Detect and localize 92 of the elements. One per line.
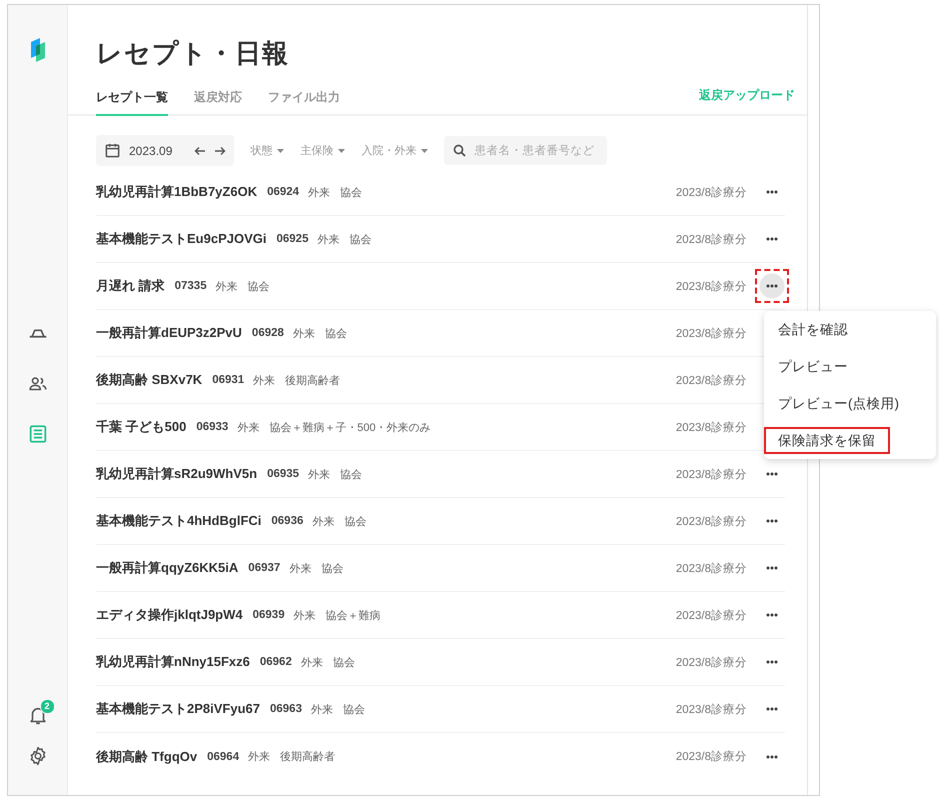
visit-type: 外来 bbox=[289, 562, 312, 576]
more-icon bbox=[766, 519, 778, 523]
patient-name[interactable]: 月遅れ 請求 bbox=[96, 277, 165, 295]
insurance-label: 後期高齢者 bbox=[280, 750, 336, 764]
more-icon bbox=[766, 566, 778, 570]
insurance-label: 協会＋難病＋子・500・外来のみ bbox=[269, 420, 431, 434]
more-button[interactable] bbox=[755, 269, 789, 303]
visit-type: 外来 bbox=[237, 420, 260, 434]
more-icon bbox=[766, 707, 778, 711]
patient-name[interactable]: 後期高齢 TfgqOv bbox=[96, 748, 198, 766]
visit-type: 外来 bbox=[294, 608, 316, 622]
more-icon bbox=[766, 284, 778, 288]
patient-number: 06925 bbox=[276, 233, 308, 245]
billing-period: 2023/8診療分 bbox=[676, 514, 747, 528]
insurance-label: 協会 bbox=[344, 514, 366, 528]
patient-name[interactable]: 一般再計算qqyZ6KK5iA bbox=[96, 559, 238, 577]
patient-name[interactable]: 一般再計算dEUP3z2PvU bbox=[96, 324, 242, 342]
patient-number: 06935 bbox=[267, 468, 300, 480]
insurance-label: 協会 bbox=[342, 702, 365, 716]
patient-number: 06937 bbox=[248, 562, 280, 574]
patient-number: 06924 bbox=[267, 186, 300, 198]
insurance-label: 協会 bbox=[340, 468, 362, 482]
billing-period: 2023/8診療分 bbox=[676, 373, 747, 388]
month-picker[interactable]: 2023.09 bbox=[96, 135, 234, 166]
billing-period: 2023/8診療分 bbox=[676, 467, 747, 482]
billing-period: 2023/8診療分 bbox=[676, 420, 747, 434]
caret-icon bbox=[277, 148, 284, 152]
patient-number: 06964 bbox=[207, 750, 240, 762]
menu-item[interactable]: プレビュー bbox=[764, 348, 862, 385]
next-arrow-icon[interactable] bbox=[214, 144, 226, 156]
billing-period: 2023/8診療分 bbox=[676, 185, 747, 200]
patient-name[interactable]: エディタ操作jklqtJ9pW4 bbox=[96, 606, 243, 624]
billing-period: 2023/8診療分 bbox=[676, 749, 747, 764]
visit-type: 外来 bbox=[308, 186, 330, 200]
billing-period: 2023/8診療分 bbox=[676, 702, 747, 716]
visit-type: 外来 bbox=[317, 232, 340, 246]
patient-number: 06939 bbox=[252, 609, 285, 621]
visit-type: 外来 bbox=[216, 280, 238, 294]
search-field[interactable]: 患者名・患者番号など bbox=[444, 136, 608, 165]
insurance-label: 協会 bbox=[321, 562, 344, 576]
calendar-icon bbox=[104, 142, 121, 159]
more-icon bbox=[766, 472, 778, 476]
patient-name[interactable]: 基本機能テストEu9cPJOVGi bbox=[96, 230, 266, 248]
menu-item[interactable]: 会計を確認 bbox=[764, 311, 862, 348]
patient-number: 06936 bbox=[271, 515, 304, 527]
billing-period: 2023/8診療分 bbox=[676, 279, 747, 294]
insurance-label: 後期高齢者 bbox=[285, 374, 340, 388]
more-icon bbox=[766, 237, 778, 241]
patient-name[interactable]: 基本機能テスト2P8iVFyu67 bbox=[96, 700, 260, 718]
billing-period: 2023/8診療分 bbox=[676, 326, 747, 340]
notification-count-badge: 2 bbox=[40, 699, 54, 714]
visit-type: 外来 bbox=[312, 514, 334, 528]
patient-number: 07335 bbox=[174, 280, 207, 292]
patient-name[interactable]: 後期高齢 SBXv7K bbox=[96, 371, 202, 389]
patient-number: 06928 bbox=[252, 327, 284, 339]
menu-item[interactable]: 保険請求を保留 bbox=[764, 427, 890, 454]
billing-period: 2023/8診療分 bbox=[676, 608, 747, 622]
more-icon bbox=[766, 660, 778, 664]
caret-icon bbox=[421, 148, 428, 152]
patient-name[interactable]: 乳幼児再計算sR2u9WhV5n bbox=[96, 465, 258, 483]
insurance-label: 協会 bbox=[248, 280, 270, 294]
billing-period: 2023/8診療分 bbox=[676, 655, 747, 670]
caret-icon bbox=[338, 148, 346, 152]
previous-arrow-icon[interactable] bbox=[194, 144, 206, 156]
billing-period: 2023/8診療分 bbox=[676, 232, 747, 246]
search-icon bbox=[453, 144, 466, 157]
patient-name[interactable]: 基本機能テスト4hHdBglFCi bbox=[96, 512, 262, 530]
patient-name[interactable]: 千葉 子ども500 bbox=[96, 418, 186, 436]
insurance-label: 協会＋難病 bbox=[326, 608, 381, 622]
visit-type: 外来 bbox=[310, 702, 333, 716]
billing-period: 2023/8診療分 bbox=[676, 561, 747, 576]
insurance-label: 協会 bbox=[332, 656, 355, 670]
menu-item[interactable]: プレビュー(点検用) bbox=[764, 385, 913, 422]
insurance-label: 協会 bbox=[324, 326, 347, 340]
visit-type: 外来 bbox=[308, 468, 330, 482]
page-title: レセプト・日報 bbox=[96, 37, 290, 70]
patient-number: 06933 bbox=[196, 421, 228, 433]
patient-number: 06963 bbox=[270, 703, 302, 715]
visit-type: 外来 bbox=[248, 750, 270, 764]
insurance-label: 協会 bbox=[340, 186, 362, 200]
tab[interactable]: レセプト一覧 bbox=[96, 89, 168, 116]
patient-name[interactable]: 乳幼児再計算nNny15Fxz6 bbox=[96, 653, 250, 671]
patient-name[interactable]: 乳幼児再計算1BbB7yZ6OK bbox=[96, 183, 258, 201]
visit-type: 外来 bbox=[253, 374, 276, 388]
insurance-label: 協会 bbox=[349, 232, 372, 246]
more-icon bbox=[766, 613, 778, 617]
more-icon bbox=[766, 754, 778, 758]
patient-number: 06931 bbox=[212, 374, 244, 386]
more-icon bbox=[766, 190, 778, 194]
patient-number: 06962 bbox=[260, 656, 292, 668]
visit-type: 外来 bbox=[300, 656, 323, 670]
visit-type: 外来 bbox=[292, 326, 315, 340]
